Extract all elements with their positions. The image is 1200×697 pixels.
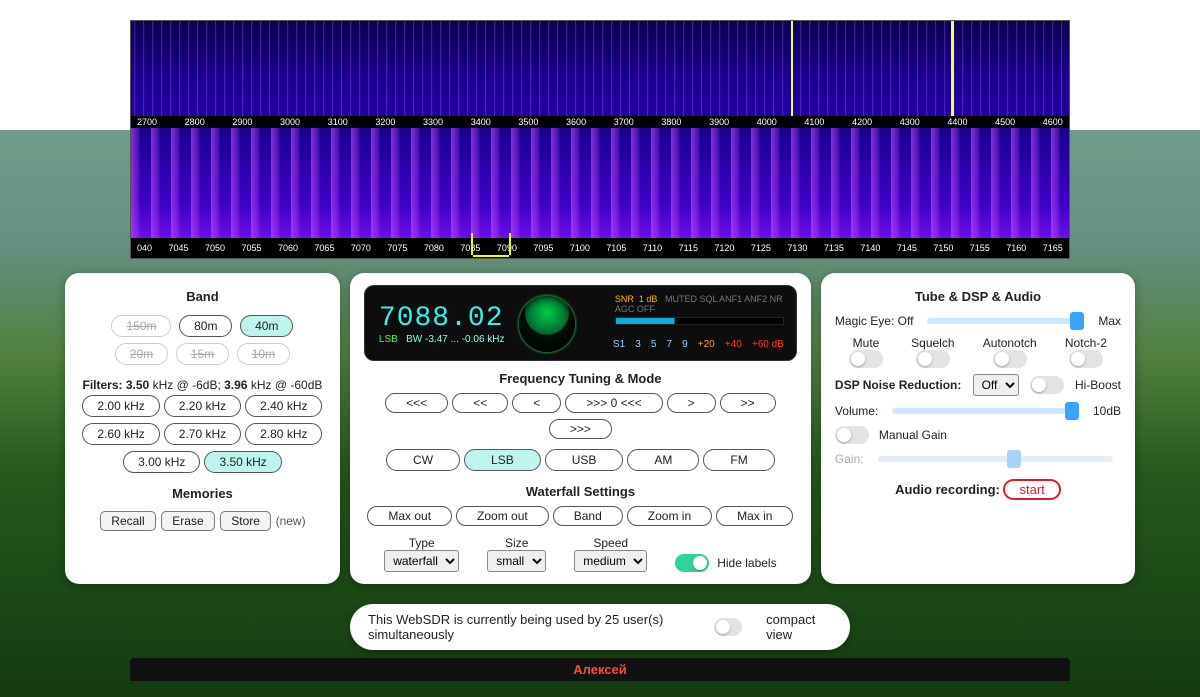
store-button[interactable]: Store [220, 511, 271, 531]
manual-gain-toggle[interactable] [835, 426, 869, 444]
hiboost-toggle[interactable] [1030, 376, 1064, 394]
username-bar: Алексей [130, 658, 1070, 681]
hide-labels-toggle[interactable] [675, 554, 709, 572]
mode-am[interactable]: AM [627, 449, 699, 471]
filter-350kHz[interactable]: 3.50 kHz [204, 451, 281, 473]
size-label: Size [505, 536, 528, 550]
wf-band[interactable]: Band [553, 506, 623, 526]
band-150m[interactable]: 150m [111, 315, 171, 337]
wf-max-in[interactable]: Max in [716, 506, 793, 526]
filter-220kHz[interactable]: 2.20 kHz [164, 395, 241, 417]
dsp-label: DSP Noise Reduction: [835, 378, 961, 392]
mode-cw[interactable]: CW [386, 449, 460, 471]
wf-zoom-in[interactable]: Zoom in [627, 506, 712, 526]
mode-lsb[interactable]: LSB [464, 449, 541, 471]
manual-gain-label: Manual Gain [879, 428, 947, 442]
volume-slider[interactable] [892, 408, 1079, 414]
memories-note: (new) [276, 514, 306, 528]
frequency-scale-lower[interactable]: 0407045705070557060706570707075708070857… [131, 238, 1069, 258]
step-button[interactable]: >> [720, 393, 776, 413]
band-40m[interactable]: 40m [240, 315, 293, 337]
erase-button[interactable]: Erase [161, 511, 214, 531]
step-button[interactable]: <<< [385, 393, 448, 413]
filter-200kHz[interactable]: 2.00 kHz [82, 395, 159, 417]
hiboost-label: Hi-Boost [1075, 378, 1121, 392]
step-button[interactable]: > [667, 393, 716, 413]
filter-300kHz[interactable]: 3.00 kHz [123, 451, 200, 473]
volume-label: Volume: [835, 404, 878, 418]
spectrogram-upper [131, 21, 1069, 116]
hide-labels-label: Hide labels [717, 556, 776, 570]
volume-value: 10dB [1093, 404, 1121, 418]
tuning-dial[interactable] [519, 296, 575, 352]
max-label: Max [1098, 314, 1121, 328]
squelch-label: Squelch [911, 336, 954, 350]
radio-display: 7088.02 LSB BW -3.47 ... -0.06 kHz SNR 1… [364, 285, 797, 361]
filter-280kHz[interactable]: 2.80 kHz [245, 423, 322, 445]
band-panel: Band 150m 80m 40m 20m 15m 10m Filters: 3… [65, 273, 340, 584]
frequency-readout[interactable]: 7088.02 [379, 303, 505, 334]
s-meter-bar [615, 317, 784, 325]
band-10m[interactable]: 10m [237, 343, 290, 365]
frequency-scale-upper: 2700280029003000310032003300340035003600… [131, 116, 1069, 128]
squelch-toggle[interactable] [916, 350, 950, 368]
notch2-label: Notch-2 [1065, 336, 1107, 350]
wf-zoom-out[interactable]: Zoom out [456, 506, 549, 526]
waterfall-title: Waterfall Settings [364, 484, 797, 499]
recording-label: Audio recording: [895, 482, 1000, 497]
mode-usb[interactable]: USB [545, 449, 624, 471]
gain-label: Gain: [835, 452, 864, 466]
type-label: Type [409, 536, 435, 550]
step-button[interactable]: < [512, 393, 561, 413]
speed-label: Speed [593, 536, 628, 550]
audio-title: Tube & DSP & Audio [835, 289, 1121, 304]
magic-eye-label: Magic Eye: Off [835, 314, 913, 328]
waterfall-display[interactable]: 2700280029003000310032003300340035003600… [130, 20, 1070, 259]
tuning-title: Frequency Tuning & Mode [364, 371, 797, 386]
filter-260kHz[interactable]: 2.60 kHz [82, 423, 159, 445]
mode-bw-readout: LSB BW -3.47 ... -0.06 kHz [379, 334, 505, 345]
autonotch-label: Autonotch [983, 336, 1037, 350]
mode-fm[interactable]: FM [703, 449, 774, 471]
magic-eye-slider[interactable] [927, 318, 1084, 324]
memories-title: Memories [79, 486, 326, 501]
gain-slider[interactable] [878, 456, 1113, 462]
compact-toggle[interactable] [714, 618, 742, 636]
band-15m[interactable]: 15m [176, 343, 229, 365]
filter-240kHz[interactable]: 2.40 kHz [245, 395, 322, 417]
audio-panel: Tube & DSP & Audio Magic Eye: Off Max Mu… [821, 273, 1135, 584]
users-message: This WebSDR is currently being used by 2… [368, 612, 690, 642]
band-20m[interactable]: 20m [115, 343, 168, 365]
filter-270kHz[interactable]: 2.70 kHz [164, 423, 241, 445]
speed-select[interactable]: medium [574, 550, 647, 572]
step-button[interactable]: >>> 0 <<< [565, 393, 662, 413]
size-select[interactable]: small [487, 550, 546, 572]
compact-label: compact view [766, 612, 832, 642]
band-80m[interactable]: 80m [179, 315, 232, 337]
tuning-panel: 7088.02 LSB BW -3.47 ... -0.06 kHz SNR 1… [350, 273, 811, 584]
band-title: Band [79, 289, 326, 304]
footer-bar: This WebSDR is currently being used by 2… [350, 604, 850, 650]
s-meter-scale: S1 3 5 7 9 +20 +40 +60 dB [613, 339, 784, 350]
mute-label: Mute [849, 336, 883, 350]
mute-toggle[interactable] [849, 350, 883, 368]
record-start-button[interactable]: start [1003, 479, 1060, 500]
wf-max-out[interactable]: Max out [367, 506, 452, 526]
dsp-select[interactable]: Off [973, 374, 1019, 396]
step-button[interactable]: << [452, 393, 508, 413]
filter-summary: Filters: 3.50 kHz @ -6dB; 3.96 kHz @ -60… [79, 378, 326, 392]
recall-button[interactable]: Recall [100, 511, 155, 531]
step-button[interactable]: >>> [549, 419, 612, 439]
type-select[interactable]: waterfall [384, 550, 459, 572]
tuning-marker[interactable] [471, 233, 511, 255]
autonotch-toggle[interactable] [993, 350, 1027, 368]
status-flags: SNR 1 dB MUTED SQL ANF1 ANF2 NR AGC OFF [615, 294, 784, 328]
notch2-toggle[interactable] [1069, 350, 1103, 368]
spectrogram-lower [131, 128, 1069, 238]
